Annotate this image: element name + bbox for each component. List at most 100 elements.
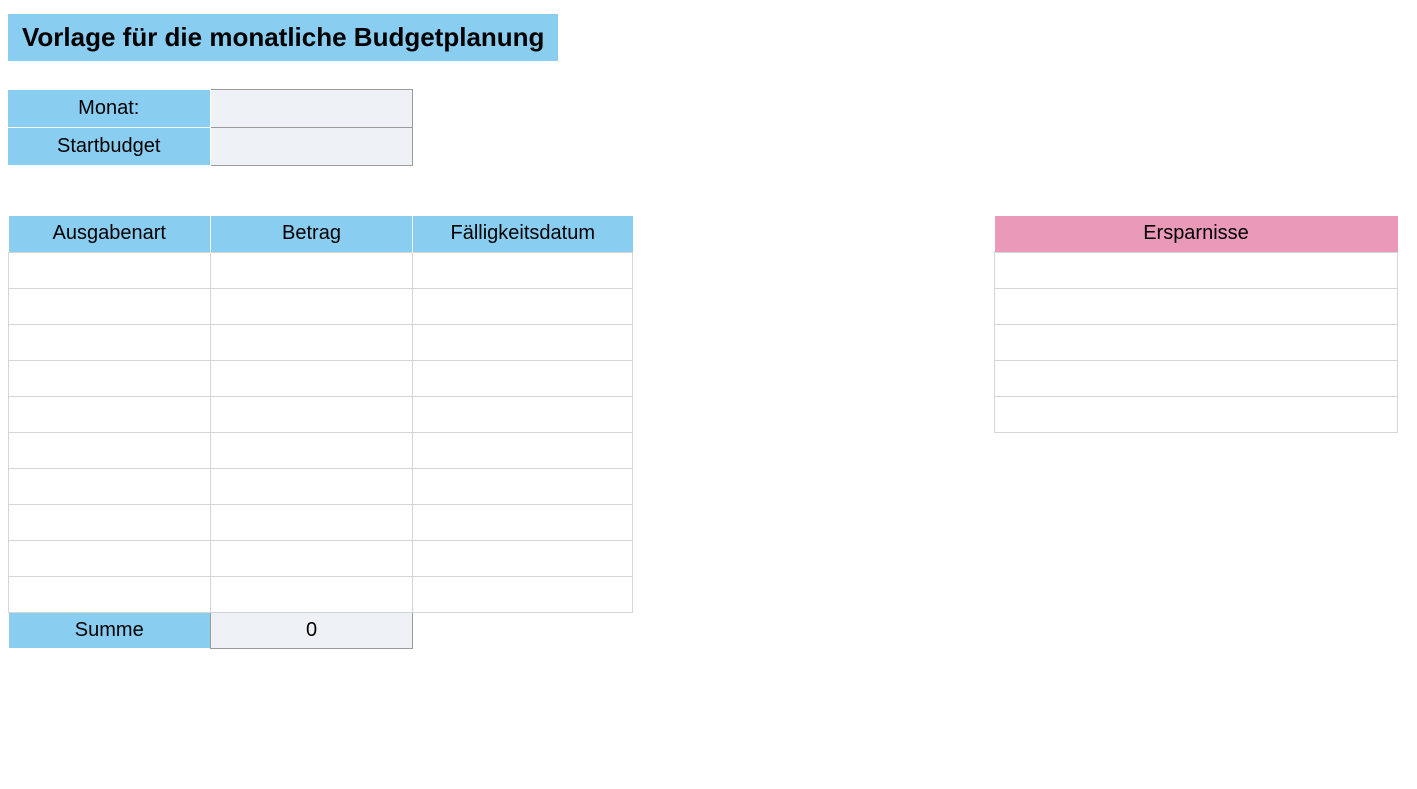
expense-input-due[interactable]: [414, 290, 631, 323]
expense-input-amount[interactable]: [212, 290, 411, 323]
expense-input-amount[interactable]: [212, 362, 411, 395]
expense-input-due[interactable]: [414, 506, 631, 539]
expense-cell-amount[interactable]: [211, 540, 413, 576]
expense-input-due[interactable]: [414, 578, 631, 611]
expenses-table: Ausgabenart Betrag Fälligkeitsdatum Summ…: [8, 216, 633, 649]
expense-input-due[interactable]: [414, 254, 631, 287]
expense-cell-type[interactable]: [9, 324, 211, 360]
expense-input-amount[interactable]: [212, 578, 411, 611]
expense-cell-type[interactable]: [9, 504, 211, 540]
expense-row: [9, 252, 633, 288]
expense-row: [9, 360, 633, 396]
sum-label: Summe: [9, 612, 211, 648]
expense-row: [9, 396, 633, 432]
expense-row: [9, 576, 633, 612]
savings-cell[interactable]: [995, 396, 1398, 432]
expense-input-type[interactable]: [10, 470, 209, 503]
savings-row: [995, 288, 1398, 324]
expense-cell-type[interactable]: [9, 252, 211, 288]
expense-cell-due[interactable]: [413, 540, 633, 576]
startbudget-label: Startbudget: [8, 128, 210, 166]
expense-input-amount[interactable]: [212, 398, 411, 431]
expense-input-due[interactable]: [414, 542, 631, 575]
expense-cell-type[interactable]: [9, 396, 211, 432]
savings-input[interactable]: [996, 326, 1396, 359]
expense-input-amount[interactable]: [212, 434, 411, 467]
expense-row: [9, 468, 633, 504]
page-title: Vorlage für die monatliche Budgetplanung: [8, 14, 558, 61]
expense-input-due[interactable]: [414, 326, 631, 359]
savings-cell[interactable]: [995, 288, 1398, 324]
savings-input[interactable]: [996, 290, 1396, 323]
month-budget-section: Monat: Startbudget: [8, 89, 1409, 166]
expense-input-type[interactable]: [10, 434, 209, 467]
savings-row: [995, 252, 1398, 288]
expense-input-amount[interactable]: [212, 470, 411, 503]
expense-input-amount[interactable]: [212, 254, 411, 287]
expense-cell-due[interactable]: [413, 432, 633, 468]
expense-row: [9, 324, 633, 360]
savings-input[interactable]: [996, 362, 1396, 395]
expense-cell-amount[interactable]: [211, 576, 413, 612]
expense-cell-due[interactable]: [413, 396, 633, 432]
expense-input-type[interactable]: [10, 290, 209, 323]
expense-cell-due[interactable]: [413, 504, 633, 540]
header-expense-type: Ausgabenart: [9, 216, 211, 252]
expense-input-type[interactable]: [10, 578, 209, 611]
savings-row: [995, 324, 1398, 360]
expense-input-type[interactable]: [10, 506, 209, 539]
expense-cell-type[interactable]: [9, 432, 211, 468]
expense-row: [9, 504, 633, 540]
expense-cell-type[interactable]: [9, 288, 211, 324]
month-budget-table: Monat: Startbudget: [8, 89, 413, 166]
savings-input[interactable]: [996, 254, 1396, 287]
savings-row: [995, 360, 1398, 396]
expense-input-type[interactable]: [10, 254, 209, 287]
expense-input-due[interactable]: [414, 362, 631, 395]
expense-row: [9, 540, 633, 576]
expense-input-type[interactable]: [10, 398, 209, 431]
expense-row: [9, 288, 633, 324]
expense-cell-type[interactable]: [9, 360, 211, 396]
expense-input-due[interactable]: [414, 398, 631, 431]
expense-cell-due[interactable]: [413, 288, 633, 324]
expense-cell-type[interactable]: [9, 540, 211, 576]
expense-input-type[interactable]: [10, 362, 209, 395]
header-expense-amount: Betrag: [211, 216, 413, 252]
expense-cell-due[interactable]: [413, 576, 633, 612]
expense-input-amount[interactable]: [212, 506, 411, 539]
sum-value: 0: [211, 612, 413, 648]
expense-input-due[interactable]: [414, 434, 631, 467]
expense-cell-amount[interactable]: [211, 360, 413, 396]
expenses-sum-row: Summe 0: [9, 612, 633, 648]
expense-cell-amount[interactable]: [211, 288, 413, 324]
expense-cell-amount[interactable]: [211, 432, 413, 468]
expense-input-type[interactable]: [10, 542, 209, 575]
savings-cell[interactable]: [995, 360, 1398, 396]
expense-input-due[interactable]: [414, 470, 631, 503]
expense-cell-due[interactable]: [413, 468, 633, 504]
expense-input-type[interactable]: [10, 326, 209, 359]
savings-input[interactable]: [996, 398, 1396, 431]
expense-cell-amount[interactable]: [211, 252, 413, 288]
month-value-cell[interactable]: [210, 90, 412, 128]
expenses-header-row: Ausgabenart Betrag Fälligkeitsdatum: [9, 216, 633, 252]
savings-row: [995, 396, 1398, 432]
expense-cell-due[interactable]: [413, 360, 633, 396]
savings-header: Ersparnisse: [995, 216, 1398, 252]
month-label: Monat:: [8, 90, 210, 128]
savings-cell[interactable]: [995, 252, 1398, 288]
startbudget-value-cell[interactable]: [210, 128, 412, 166]
expense-cell-type[interactable]: [9, 576, 211, 612]
expense-cell-amount[interactable]: [211, 468, 413, 504]
expense-input-amount[interactable]: [212, 542, 411, 575]
expense-cell-amount[interactable]: [211, 504, 413, 540]
expense-cell-amount[interactable]: [211, 324, 413, 360]
expense-cell-due[interactable]: [413, 252, 633, 288]
expense-cell-amount[interactable]: [211, 396, 413, 432]
savings-cell[interactable]: [995, 324, 1398, 360]
savings-table: Ersparnisse: [994, 216, 1398, 433]
expense-cell-type[interactable]: [9, 468, 211, 504]
expense-input-amount[interactable]: [212, 326, 411, 359]
expense-cell-due[interactable]: [413, 324, 633, 360]
